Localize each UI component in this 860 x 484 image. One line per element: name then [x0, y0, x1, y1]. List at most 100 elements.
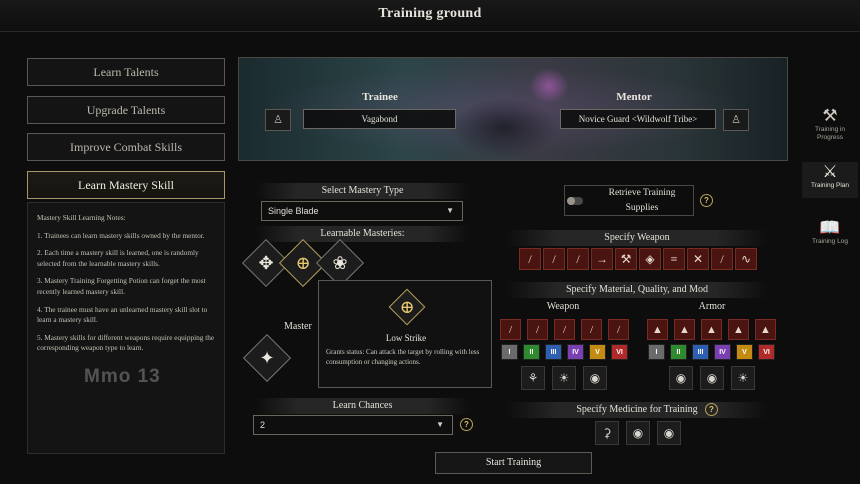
help-icon[interactable]: ?: [700, 194, 713, 207]
skill-tooltip: ⊕ Low Strike Grants status: Can attack t…: [318, 280, 492, 388]
mastered-label: Master: [284, 321, 312, 332]
armor-material-label: Armor: [698, 301, 726, 312]
medicine-slot-3[interactable]: ◉: [657, 421, 681, 445]
notes-item: 3. Mastery Training Forgetting Potion ca…: [37, 276, 206, 296]
tooltip-skill-name: Low Strike: [385, 333, 427, 343]
notes-item: 4. The trainee must have an unlearned ma…: [37, 304, 208, 325]
mastery-type-dropdown[interactable]: Single Blade ▼: [261, 201, 463, 221]
quality-tier-6[interactable]: VI: [758, 344, 775, 360]
axe-icon[interactable]: ⚒: [615, 248, 637, 270]
mastery-notes-panel: Mastery Skill Learning Notes: 1. Trainee…: [27, 202, 225, 454]
whip-icon[interactable]: ∿: [735, 248, 757, 270]
armor-material-5[interactable]: ▲: [755, 319, 776, 340]
armor-mod-1[interactable]: ◉: [669, 366, 693, 390]
fan-icon[interactable]: ≡: [663, 248, 685, 270]
medicine-slot-1[interactable]: ⚳: [595, 421, 619, 445]
quality-tier-1[interactable]: I: [501, 344, 518, 360]
weapon-material-4[interactable]: /: [581, 319, 602, 340]
help-icon[interactable]: ?: [705, 403, 718, 416]
mentor-name: Novice Guard <Wildwolf Tribe>: [560, 109, 716, 129]
learnable-masteries-label: Learnable Masteries:: [255, 226, 470, 242]
learn-chances-dropdown[interactable]: 2 ▼: [253, 415, 453, 435]
quality-tier-2[interactable]: II: [523, 344, 540, 360]
weapon-material-2[interactable]: /: [527, 319, 548, 340]
learn-mastery-skill-button[interactable]: Learn Mastery Skill: [27, 171, 225, 199]
learn-chances-value: 2: [260, 420, 266, 430]
quality-tier-2[interactable]: II: [670, 344, 687, 360]
upgrade-talents-button[interactable]: Upgrade Talents: [27, 96, 225, 124]
quality-tier-5[interactable]: V: [736, 344, 753, 360]
trainee-name: Vagabond: [303, 109, 456, 129]
window-title: Training ground: [378, 6, 482, 21]
quality-tier-3[interactable]: III: [692, 344, 709, 360]
watermark: Mmo 13: [84, 366, 161, 387]
quality-tier-1[interactable]: I: [648, 344, 665, 360]
sidebar-training-in-progress[interactable]: ⚒ Training in Progress: [802, 106, 858, 152]
spear-icon[interactable]: /: [543, 248, 565, 270]
mentor-select-icon[interactable]: ♙: [723, 109, 749, 131]
quality-tier-5[interactable]: V: [589, 344, 606, 360]
quality-tier-4[interactable]: IV: [567, 344, 584, 360]
mastery-type-value: Single Blade: [268, 206, 319, 216]
sidebar-label: Training in Progress: [814, 126, 846, 141]
flame-swirl-icon: ❀: [332, 253, 348, 273]
weapon-material-3[interactable]: /: [554, 319, 575, 340]
sidebar-label: Training Plan: [810, 182, 850, 189]
weapon-quality-row: I II III IV V VI: [501, 344, 631, 360]
shield-icon[interactable]: ◈: [639, 248, 661, 270]
start-training-button[interactable]: Start Training: [435, 452, 592, 474]
hammer-icon: ⚒: [822, 106, 838, 125]
weapon-mod-1[interactable]: ⚘: [521, 366, 545, 390]
weapon-material-label: Weapon: [546, 301, 580, 312]
trainee-select-icon[interactable]: ♙: [265, 109, 291, 131]
learn-talents-button[interactable]: Learn Talents: [27, 58, 225, 86]
creature-art: [449, 98, 559, 158]
notes-item: 2. Each time a mastery skill is learned,…: [37, 248, 199, 268]
tooltip-description: Grants status: Can attack the target by …: [326, 348, 480, 366]
armor-mod-2[interactable]: ◉: [700, 366, 724, 390]
weapon-mod-2[interactable]: ☀: [552, 366, 576, 390]
crosshair-icon: ⊕: [295, 253, 311, 273]
sword-icon[interactable]: /: [519, 248, 541, 270]
retrieve-supplies-label-2: Supplies: [625, 203, 659, 213]
weapon-material-5[interactable]: /: [608, 319, 629, 340]
trainee-label: Trainee: [362, 91, 398, 103]
armor-mod-3[interactable]: ☀: [731, 366, 755, 390]
specify-weapon-label: Specify Weapon: [506, 230, 768, 246]
armor-material-1[interactable]: ▲: [647, 319, 668, 340]
bow-icon[interactable]: →: [591, 248, 613, 270]
armor-material-2[interactable]: ▲: [674, 319, 695, 340]
staff-icon[interactable]: /: [711, 248, 733, 270]
medicine-slot-2[interactable]: ◉: [626, 421, 650, 445]
chevron-down-icon: ▼: [436, 420, 444, 429]
sidebar-training-log[interactable]: 📖 Training Log: [802, 218, 858, 254]
specify-medicine-label: Specify Medicine for Training: [576, 404, 698, 415]
chevron-down-icon: ▼: [446, 206, 454, 215]
help-icon[interactable]: ?: [460, 418, 473, 431]
select-mastery-type-label: Select Mastery Type: [255, 183, 470, 199]
crossed-swords-icon: ⚔: [822, 162, 838, 181]
weapon-material-1[interactable]: /: [500, 319, 521, 340]
specify-material-label: Specify Material, Quality, and Mod: [506, 282, 768, 298]
feather-art: [529, 68, 569, 104]
book-icon: 📖: [819, 218, 841, 237]
sidebar-training-plan[interactable]: ⚔ Training Plan: [802, 162, 858, 198]
crosshair-icon: ⊕: [399, 297, 415, 317]
notes-title: Mastery Skill Learning Notes:: [37, 213, 126, 222]
dagger-icon[interactable]: /: [567, 248, 589, 270]
retrieve-supplies-label-1: Retrieve Training: [608, 188, 676, 198]
weapon-mod-3[interactable]: ◉: [583, 366, 607, 390]
improve-combat-skills-button[interactable]: Improve Combat Skills: [27, 133, 225, 161]
blade-slash-icon: ✥: [258, 253, 274, 273]
armor-material-3[interactable]: ▲: [701, 319, 722, 340]
dual-blades-icon[interactable]: ✕: [687, 248, 709, 270]
armor-material-4[interactable]: ▲: [728, 319, 749, 340]
weapon-type-row: / / / → ⚒ ◈ ≡ ✕ / ∿: [519, 248, 759, 270]
sidebar-label: Training Log: [812, 238, 848, 245]
quality-tier-4[interactable]: IV: [714, 344, 731, 360]
notes-item: 1. Trainees can learn mastery skills own…: [37, 230, 205, 240]
quality-tier-6[interactable]: VI: [611, 344, 628, 360]
quality-tier-3[interactable]: III: [545, 344, 562, 360]
specify-medicine-label-bg: Specify Medicine for Training: [506, 402, 768, 418]
learn-chances-label: Learn Chances: [255, 398, 470, 414]
